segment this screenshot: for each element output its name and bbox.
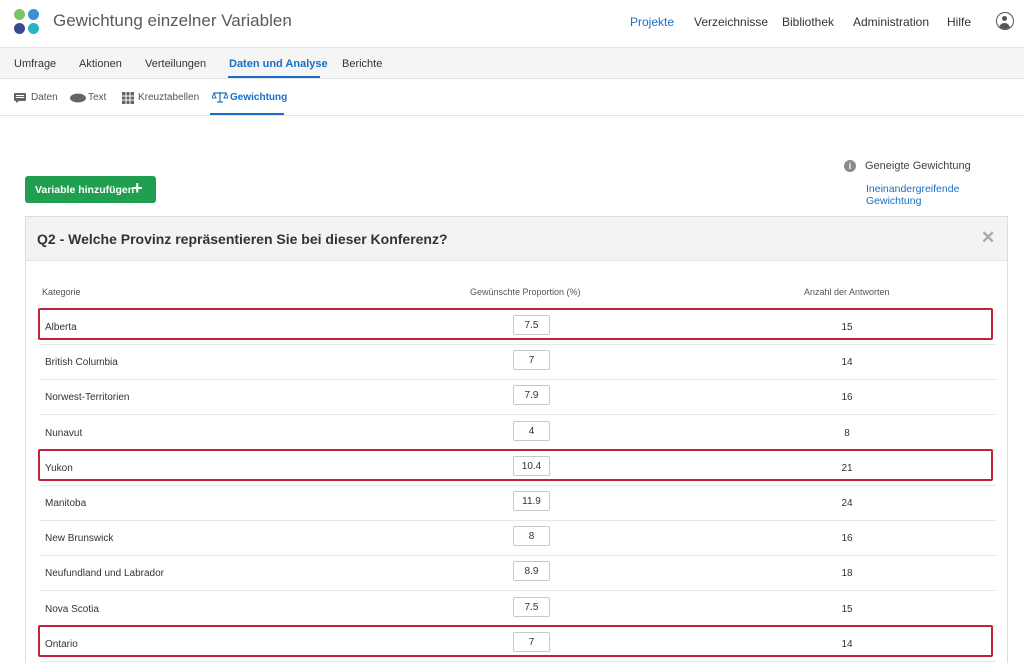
user-account-icon[interactable] xyxy=(996,12,1014,30)
category-label: Neufundland und Labrador xyxy=(45,568,164,579)
proportion-input[interactable] xyxy=(513,456,550,476)
tilted-weighting-label[interactable]: Geneigte Gewichtung xyxy=(865,160,971,172)
chevron-down-icon[interactable]: ⌄ xyxy=(281,14,290,27)
nav-verzeichnisse[interactable]: Verzeichnisse xyxy=(694,15,768,29)
category-label: Alberta xyxy=(45,322,77,333)
table-row: Nova Scotia 15 xyxy=(40,592,996,627)
nav-hilfe[interactable]: Hilfe xyxy=(947,15,971,29)
response-count: 24 xyxy=(841,498,853,509)
proportion-input[interactable] xyxy=(513,350,550,370)
category-label: Ontario xyxy=(45,639,78,650)
table-row: Neufundland und Labrador 18 xyxy=(40,556,996,591)
category-label: Manitoba xyxy=(45,498,87,509)
tool-daten[interactable]: Daten xyxy=(31,92,58,103)
table-row: New Brunswick 16 xyxy=(40,521,996,556)
table-row: Alberta 15 xyxy=(40,310,996,345)
tab-verteilungen[interactable]: Verteilungen xyxy=(145,58,206,70)
response-count: 16 xyxy=(841,392,853,403)
tool-kreuztabellen[interactable]: Kreuztabellen xyxy=(138,92,199,103)
table-row: Manitoba 24 xyxy=(40,486,996,521)
tool-gewichtung[interactable]: Gewichtung xyxy=(230,92,287,103)
nav-bibliothek[interactable]: Bibliothek xyxy=(782,15,834,29)
column-header-proportion: Gewünschte Proportion (%) xyxy=(470,287,581,297)
project-title[interactable]: Gewichtung einzelner Variablen xyxy=(53,11,292,31)
plus-icon: + xyxy=(132,178,143,198)
category-label: British Columbia xyxy=(45,357,118,368)
category-label: Nunavut xyxy=(45,428,83,439)
tab-daten-und-analyse[interactable]: Daten und Analyse xyxy=(229,58,328,70)
data-icon xyxy=(14,93,26,103)
proportion-input[interactable] xyxy=(513,561,550,581)
proportion-input[interactable] xyxy=(513,597,550,617)
app-logo[interactable] xyxy=(14,9,40,35)
category-label: Norwest-Territorien xyxy=(45,392,130,403)
panel-header: Q2 - Welche Provinz repräsentieren Sie b… xyxy=(26,217,1007,261)
nav-projekte[interactable]: Projekte xyxy=(630,15,674,29)
column-header-kategorie: Kategorie xyxy=(42,287,81,297)
proportion-input[interactable] xyxy=(513,421,550,441)
response-count: 16 xyxy=(841,533,853,544)
crosstab-icon xyxy=(122,92,134,104)
interlocking-weighting-link[interactable]: Ineinandergreifende Gewichtung xyxy=(866,183,996,207)
tab-berichte[interactable]: Berichte xyxy=(342,58,382,70)
active-tab-indicator xyxy=(228,76,320,78)
proportion-input[interactable] xyxy=(513,385,550,405)
scale-icon xyxy=(212,91,228,103)
active-tool-indicator xyxy=(210,113,284,115)
category-label: New Brunswick xyxy=(45,533,114,544)
analysis-toolbar: Daten Text Kreuztabellen Gewichtung xyxy=(0,80,1024,116)
response-count: 15 xyxy=(841,322,853,333)
proportion-input[interactable] xyxy=(513,632,550,652)
table-row: Ontario 14 xyxy=(40,627,996,662)
column-header-anzahl: Anzahl der Antworten xyxy=(804,287,890,297)
proportion-input[interactable] xyxy=(513,315,550,335)
tab-aktionen[interactable]: Aktionen xyxy=(79,58,122,70)
table-row: British Columbia 14 xyxy=(40,345,996,380)
category-label: Yukon xyxy=(45,463,73,474)
text-icon xyxy=(70,93,86,103)
table-row: Norwest-Territorien 16 xyxy=(40,380,996,415)
add-variable-button-label: Variable hinzufügen xyxy=(35,184,135,196)
response-count: 8 xyxy=(844,428,850,439)
info-icon[interactable]: i xyxy=(844,160,856,172)
close-icon[interactable]: ✕ xyxy=(981,228,995,248)
add-variable-button[interactable]: Variable hinzufügen + xyxy=(25,176,156,203)
response-count: 14 xyxy=(841,639,853,650)
tab-umfrage[interactable]: Umfrage xyxy=(14,58,56,70)
response-count: 21 xyxy=(841,463,853,474)
nav-administration[interactable]: Administration xyxy=(853,15,929,29)
response-count: 15 xyxy=(841,604,853,615)
section-tabs: Umfrage Aktionen Verteilungen Daten und … xyxy=(0,48,1024,79)
table-row: Nunavut 8 xyxy=(40,416,996,451)
response-count: 18 xyxy=(841,568,853,579)
weighting-panel: Q2 - Welche Provinz repräsentieren Sie b… xyxy=(25,216,1008,663)
top-bar: Gewichtung einzelner Variablen ⌄ Projekt… xyxy=(0,0,1024,48)
proportion-input[interactable] xyxy=(513,526,550,546)
table-row: Yukon 21 xyxy=(40,451,996,486)
tool-text[interactable]: Text xyxy=(88,92,106,103)
response-count: 14 xyxy=(841,357,853,368)
proportion-input[interactable] xyxy=(513,491,550,511)
question-title: Q2 - Welche Provinz repräsentieren Sie b… xyxy=(37,231,448,247)
category-label: Nova Scotia xyxy=(45,604,99,615)
